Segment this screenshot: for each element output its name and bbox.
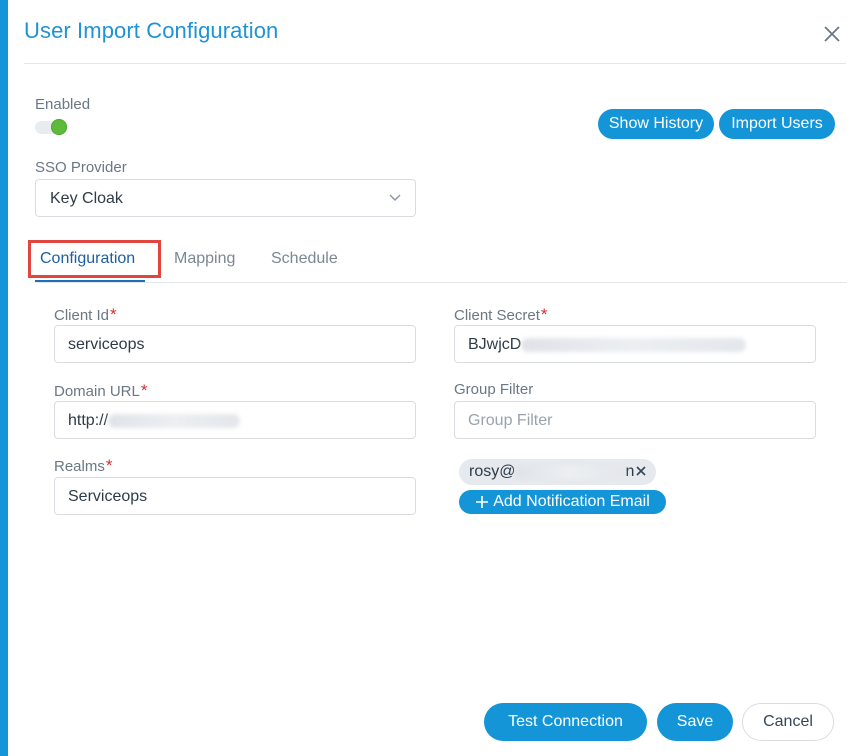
required-marker: * bbox=[110, 305, 117, 324]
save-button[interactable]: Save bbox=[657, 703, 733, 741]
client-id-input[interactable]: serviceops bbox=[54, 325, 416, 363]
user-import-dialog: User Import Configuration Enabled Show H… bbox=[8, 0, 860, 756]
client-secret-value: BJwjcD bbox=[468, 336, 522, 353]
redacted-email bbox=[515, 465, 626, 479]
enabled-label: Enabled bbox=[35, 96, 91, 113]
close-button[interactable] bbox=[820, 22, 844, 46]
email-chip-suffix: n bbox=[625, 463, 635, 480]
redacted-secret bbox=[521, 337, 747, 352]
toggle-knob bbox=[51, 119, 67, 135]
client-secret-input[interactable]: BJwjcD bbox=[454, 325, 816, 363]
close-icon bbox=[824, 26, 840, 42]
dialog-title: User Import Configuration bbox=[24, 18, 279, 43]
realms-value: Serviceops bbox=[68, 488, 148, 505]
required-marker: * bbox=[105, 456, 113, 475]
sso-provider-label: SSO Provider bbox=[35, 159, 127, 176]
client-secret-label-text: Client Secret bbox=[454, 307, 540, 324]
show-history-button[interactable]: Show History bbox=[598, 109, 714, 139]
remove-chip-icon[interactable] bbox=[635, 465, 647, 477]
group-filter-label: Group Filter bbox=[454, 381, 534, 398]
domain-url-input[interactable]: http:// bbox=[54, 401, 416, 439]
cancel-button[interactable]: Cancel bbox=[742, 703, 834, 741]
plus-icon bbox=[476, 496, 489, 508]
title-divider bbox=[24, 63, 846, 64]
required-marker: * bbox=[540, 305, 548, 324]
group-filter-input[interactable]: Group Filter bbox=[454, 401, 816, 439]
tab-mapping[interactable]: Mapping bbox=[174, 250, 235, 268]
domain-url-label-text: Domain URL bbox=[54, 383, 140, 400]
domain-url-label: Domain URL* bbox=[54, 381, 148, 401]
realms-label: Realms* bbox=[54, 456, 112, 476]
email-chip-prefix: rosy@ bbox=[469, 463, 516, 480]
required-marker: * bbox=[140, 381, 148, 400]
group-filter-placeholder: Group Filter bbox=[468, 412, 553, 429]
tab-schedule[interactable]: Schedule bbox=[271, 250, 338, 268]
client-id-label-text: Client Id bbox=[54, 307, 110, 324]
realms-input[interactable]: Serviceops bbox=[54, 477, 416, 515]
realms-label-text: Realms bbox=[54, 458, 105, 475]
domain-url-value: http:// bbox=[68, 412, 109, 429]
import-users-button[interactable]: Import Users bbox=[719, 109, 835, 139]
chevron-down-icon bbox=[389, 194, 401, 201]
client-secret-label: Client Secret* bbox=[454, 305, 548, 325]
add-notification-email-button[interactable]: Add Notification Email bbox=[459, 490, 666, 514]
client-id-label: Client Id* bbox=[54, 305, 117, 325]
notification-email-chip: rosy@ n bbox=[459, 459, 656, 485]
test-connection-button[interactable]: Test Connection bbox=[484, 703, 647, 741]
left-accent-bar bbox=[0, 0, 8, 756]
redacted-domain bbox=[108, 413, 241, 428]
enabled-toggle[interactable] bbox=[35, 117, 69, 137]
tabs-divider bbox=[35, 282, 847, 283]
sso-provider-select[interactable]: Key Cloak bbox=[35, 179, 416, 217]
add-notification-email-label: Add Notification Email bbox=[493, 493, 650, 510]
sso-provider-value: Key Cloak bbox=[50, 190, 123, 207]
tab-highlight-box bbox=[28, 240, 161, 278]
client-id-value: serviceops bbox=[68, 336, 145, 353]
